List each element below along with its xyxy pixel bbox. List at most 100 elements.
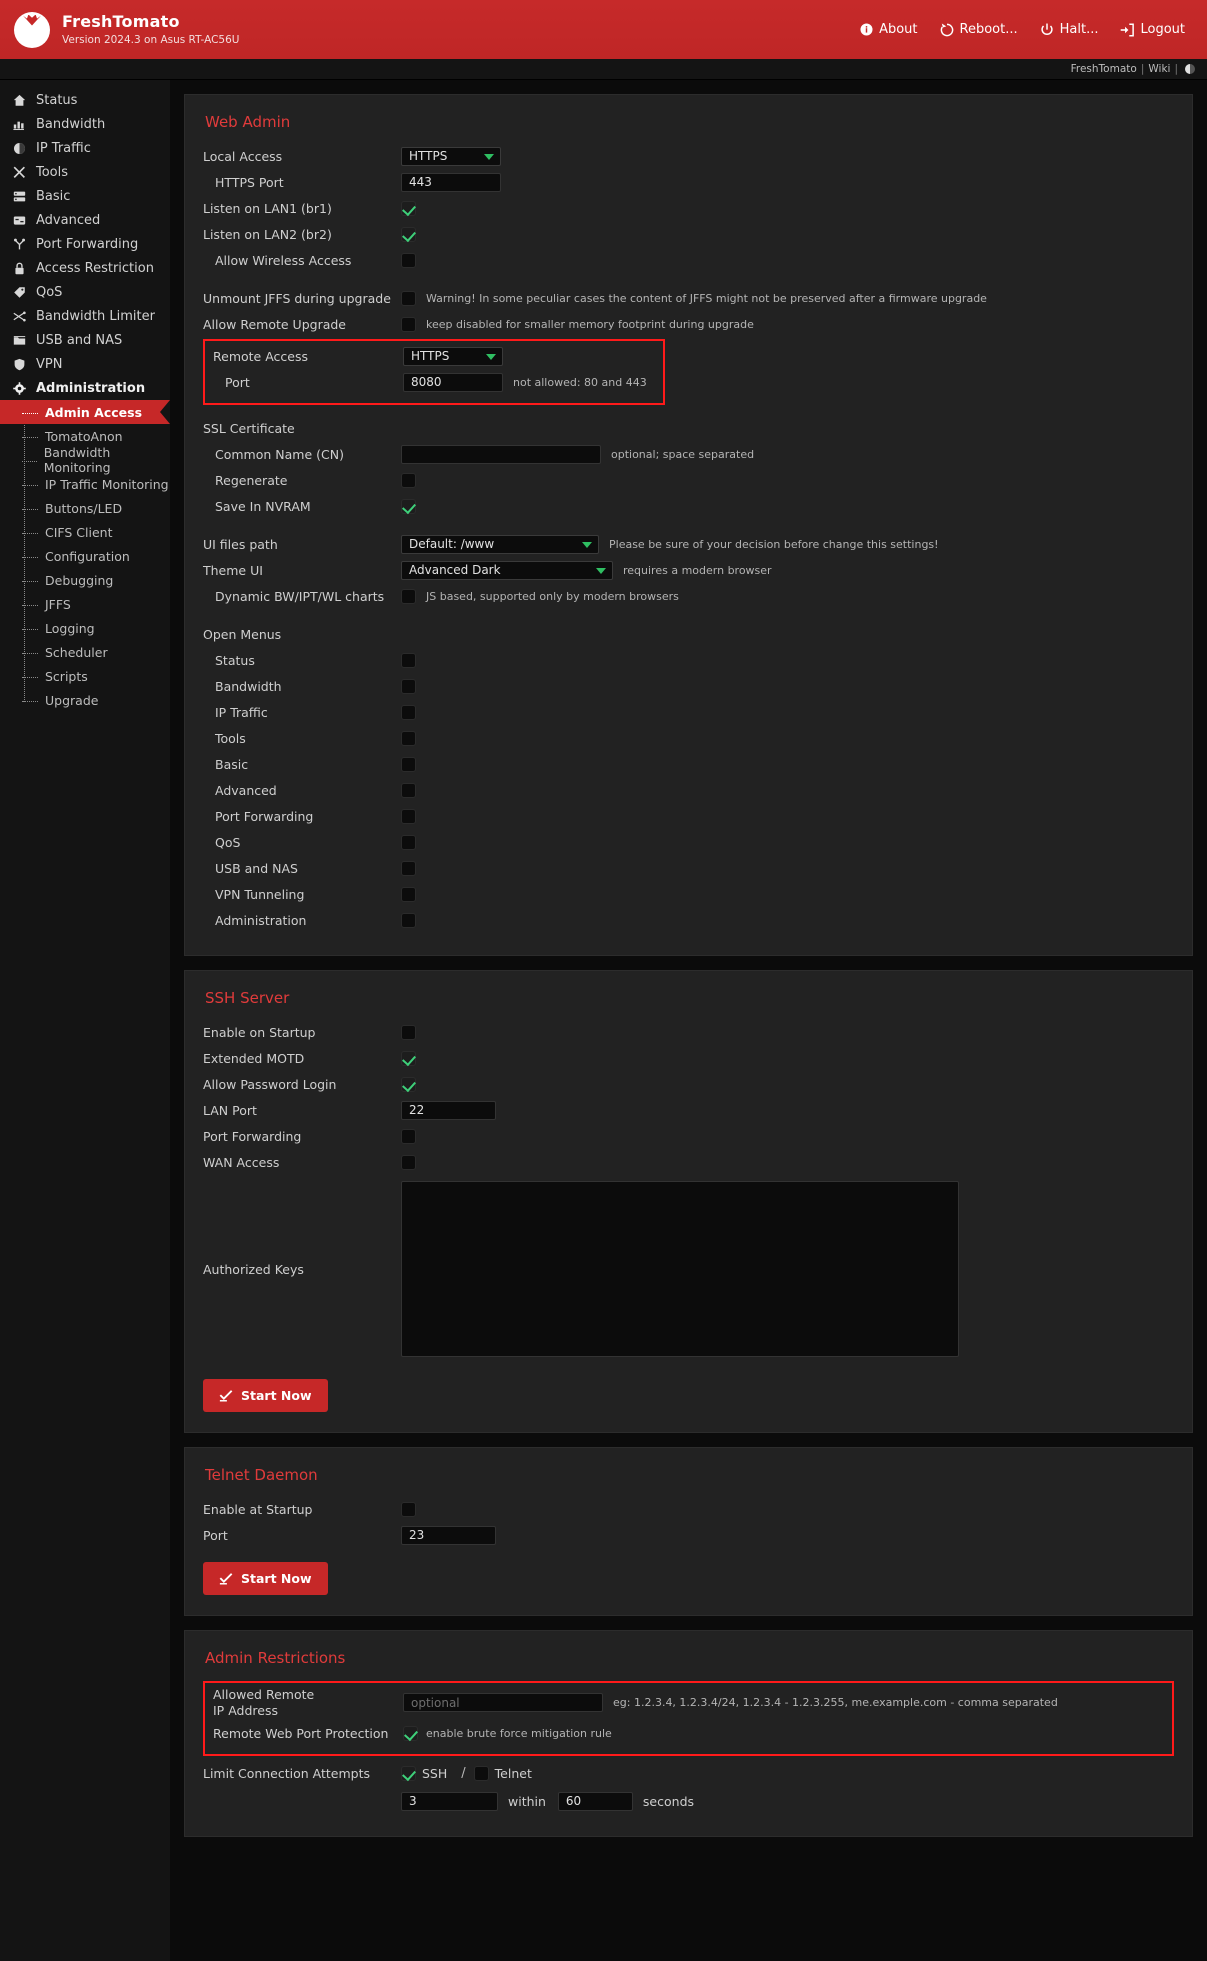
ssh-authorized-keys-textarea[interactable] — [401, 1181, 959, 1357]
sidebar-item-qos[interactable]: QoS — [0, 280, 170, 304]
logout-label: Logout — [1140, 22, 1185, 37]
allow-remote-upgrade-checkbox[interactable] — [401, 316, 416, 332]
open-menu-item: Tools — [203, 727, 1174, 749]
dynamic-charts-hint: JS based, supported only by modern brows… — [426, 589, 679, 603]
seconds-input[interactable] — [557, 1791, 633, 1811]
telnet-port-input[interactable] — [401, 1525, 496, 1545]
sidebar-sub-label: Scripts — [45, 668, 88, 684]
regenerate-checkbox[interactable] — [401, 472, 416, 488]
sidebar-item-administration[interactable]: Administration — [0, 376, 170, 400]
wiki-link[interactable]: Wiki — [1148, 63, 1170, 75]
ssh-wan-access-checkbox[interactable] — [401, 1154, 416, 1170]
freshtomato-link[interactable]: FreshTomato — [1071, 63, 1137, 75]
remote-port-input[interactable] — [403, 372, 503, 392]
common-name-label: Common Name (CN) — [215, 446, 344, 462]
halt-button[interactable]: Halt... — [1040, 22, 1098, 37]
https-port-input[interactable] — [401, 172, 501, 192]
open-menu-checkbox[interactable] — [401, 808, 416, 824]
dynamic-charts-checkbox[interactable] — [401, 588, 416, 604]
listen-lan2-checkbox[interactable] — [401, 226, 416, 242]
telnet-port-row: Port — [203, 1524, 1174, 1546]
local-access-select[interactable]: HTTPS — [401, 146, 501, 166]
sidebar-item-ip-traffic-monitoring[interactable]: IP Traffic Monitoring — [0, 472, 170, 496]
sidebar-sub-label: Configuration — [45, 548, 130, 564]
sidebar-item-jffs[interactable]: JFFS — [0, 592, 170, 616]
about-button[interactable]: About — [860, 22, 918, 37]
ui-files-path-select[interactable]: Default: /www — [401, 534, 599, 554]
ssh-extended-motd-label: Extended MOTD — [203, 1050, 305, 1066]
limit-telnet-checkbox[interactable] — [473, 1765, 489, 1781]
open-menu-checkbox[interactable] — [401, 860, 416, 876]
bar-chart-icon — [12, 118, 27, 131]
contrast-toggle-icon[interactable] — [1185, 64, 1195, 74]
listen-lan2-label: Listen on LAN2 (br2) — [203, 226, 332, 242]
allow-wireless-checkbox[interactable] — [401, 252, 416, 268]
sidebar-item-scheduler[interactable]: Scheduler — [0, 640, 170, 664]
ssh-lan-port-input[interactable] — [401, 1100, 496, 1120]
open-menu-checkbox[interactable] — [401, 704, 416, 720]
open-menu-checkbox[interactable] — [401, 782, 416, 798]
allowed-remote-ip-input[interactable] — [403, 1693, 603, 1713]
unmount-jffs-hint: Warning! In some peculiar cases the cont… — [426, 291, 987, 305]
sidebar-item-tools[interactable]: Tools — [0, 160, 170, 184]
ssh-extended-motd-checkbox[interactable] — [401, 1050, 416, 1066]
open-menu-item: Port Forwarding — [203, 805, 1174, 827]
sidebar-item-bandwidth-limiter[interactable]: Bandwidth Limiter — [0, 304, 170, 328]
sidebar-item-bandwidth[interactable]: Bandwidth — [0, 112, 170, 136]
open-menu-checkbox[interactable] — [401, 652, 416, 668]
sidebar-item-port-forwarding[interactable]: Port Forwarding — [0, 232, 170, 256]
sidebar-item-debugging[interactable]: Debugging — [0, 568, 170, 592]
open-menu-item: Administration — [203, 909, 1174, 931]
ssh-port-forwarding-checkbox[interactable] — [401, 1128, 416, 1144]
ssh-start-now-button[interactable]: Start Now — [203, 1379, 328, 1412]
ssh-allow-password-checkbox[interactable] — [401, 1076, 416, 1092]
remote-port-hint: not allowed: 80 and 443 — [513, 375, 647, 389]
sidebar-item-status[interactable]: Status — [0, 88, 170, 112]
sidebar-item-ip-traffic[interactable]: IP Traffic — [0, 136, 170, 160]
sidebar-item-advanced[interactable]: Advanced — [0, 208, 170, 232]
unmount-jffs-checkbox[interactable] — [401, 290, 416, 306]
open-menu-label: USB and NAS — [215, 860, 298, 876]
sidebar-item-scripts[interactable]: Scripts — [0, 664, 170, 688]
ssh-enable-startup-checkbox[interactable] — [401, 1024, 416, 1040]
sidebar-item-configuration[interactable]: Configuration — [0, 544, 170, 568]
brand: FreshTomato Version 2024.3 on Asus RT-AC… — [14, 11, 239, 48]
open-menu-checkbox[interactable] — [401, 678, 416, 694]
remote-web-port-protection-checkbox[interactable] — [403, 1725, 418, 1741]
sidebar-item-access-restriction[interactable]: Access Restriction — [0, 256, 170, 280]
save-nvram-checkbox[interactable] — [401, 498, 416, 514]
sidebar-item-bandwidth-monitoring[interactable]: Bandwidth Monitoring — [0, 445, 170, 475]
open-menu-label: Basic — [215, 756, 249, 772]
limit-ssh-checkbox[interactable] — [401, 1765, 416, 1781]
remote-access-select[interactable]: HTTPS — [403, 346, 503, 366]
theme-ui-select[interactable]: Advanced Dark — [401, 560, 613, 580]
sidebar-item-basic[interactable]: Basic — [0, 184, 170, 208]
sidebar-item-cifs-client[interactable]: CIFS Client — [0, 520, 170, 544]
open-menu-label: IP Traffic — [215, 704, 268, 720]
ssh-lan-port-label: LAN Port — [203, 1102, 257, 1118]
common-name-row: Common Name (CN) optional; space separat… — [203, 443, 1174, 465]
logout-button[interactable]: Logout — [1120, 22, 1185, 37]
web-admin-title: Web Admin — [205, 113, 291, 131]
subbar-separator-2: | — [1174, 63, 1178, 75]
sidebar-item-usb-and-nas[interactable]: USB and NAS — [0, 328, 170, 352]
reboot-button[interactable]: Reboot... — [940, 22, 1018, 37]
tree-dash-icon — [22, 484, 38, 486]
open-menu-checkbox[interactable] — [401, 756, 416, 772]
attempts-count-input[interactable] — [401, 1791, 498, 1811]
open-menu-checkbox[interactable] — [401, 886, 416, 902]
sidebar-item-upgrade[interactable]: Upgrade — [0, 688, 170, 712]
telnet-start-now-button[interactable]: Start Now — [203, 1562, 328, 1595]
open-menu-checkbox[interactable] — [401, 834, 416, 850]
telnet-enable-startup-checkbox[interactable] — [401, 1501, 416, 1517]
sidebar-item-logging[interactable]: Logging — [0, 616, 170, 640]
open-menu-checkbox[interactable] — [401, 730, 416, 746]
sidebar-item-buttons-led[interactable]: Buttons/LED — [0, 496, 170, 520]
listen-lan1-checkbox[interactable] — [401, 200, 416, 216]
common-name-input[interactable] — [401, 444, 601, 464]
sidebar-item-admin-access[interactable]: Admin Access — [0, 400, 170, 424]
open-menu-checkbox[interactable] — [401, 912, 416, 928]
open-menu-label: Tools — [215, 730, 246, 746]
header-actions: About Reboot... Halt... Logout — [860, 22, 1185, 37]
sidebar-item-vpn[interactable]: VPN — [0, 352, 170, 376]
